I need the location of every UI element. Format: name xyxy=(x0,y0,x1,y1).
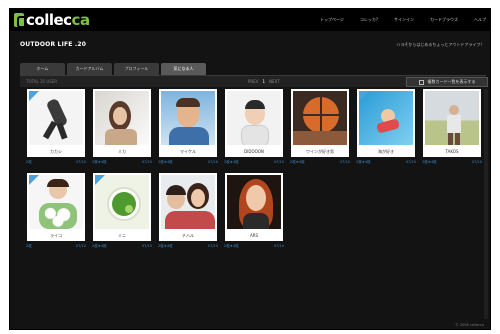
new-badge-icon xyxy=(95,175,105,185)
card-name[interactable]: ARS xyxy=(225,231,283,241)
card-meta-date: 07/10 xyxy=(75,244,86,248)
card-photo[interactable] xyxy=(159,89,217,147)
card-name[interactable]: ミカ xyxy=(93,147,151,157)
checkbox-icon xyxy=(418,79,424,85)
card-meta-count: 2枚★4枚 xyxy=(92,244,107,248)
card-photo[interactable] xyxy=(423,89,481,147)
tab-favorites[interactable]: 気になる人 xyxy=(161,63,206,75)
card-meta-count: 2枚★4枚 xyxy=(224,244,239,248)
card-photo[interactable] xyxy=(225,173,283,231)
card-name[interactable]: DIDOOON xyxy=(225,147,283,157)
card-meta: 2枚★4枚 07/10 xyxy=(156,160,220,165)
card-meta: 2枚 07/10 xyxy=(24,244,88,249)
card-meta-date: 07/10 xyxy=(405,160,416,164)
card-meta: 2枚 07/10 xyxy=(24,160,88,165)
profile-card[interactable]: 海が好き 2枚★4枚 07/10 xyxy=(354,89,418,165)
tab-card-album[interactable]: カードアルバム xyxy=(67,63,112,75)
card-meta-date: 07/10 xyxy=(273,244,284,248)
card-meta-count: 2枚★4枚 xyxy=(158,244,173,248)
profile-card[interactable]: DIDOOON 2枚★4枚 07/10 xyxy=(222,89,286,165)
profile-card[interactable]: ミニ 2枚★4枚 07/10 xyxy=(90,173,154,249)
pager: PREV 1 NEXT xyxy=(248,79,280,84)
tab-bar: ホーム カードアルバム プロフィール 気になる人 xyxy=(20,63,206,75)
card-name[interactable]: ライコ xyxy=(27,231,85,241)
card-meta-date: 07/10 xyxy=(339,160,350,164)
top-bar: collecca トップページ コレッカ? サインイン カードブラウズ ヘルプ xyxy=(10,9,490,31)
nav-help[interactable]: ヘルプ xyxy=(474,17,486,23)
app-window: collecca トップページ コレッカ? サインイン カードブラウズ ヘルプ … xyxy=(9,8,491,330)
tab-home[interactable]: ホーム xyxy=(20,63,65,75)
card-name[interactable]: 海が好き xyxy=(357,147,415,157)
page-tagline: ハヨそからはじめるちょっとアウトドアライフ! xyxy=(396,42,482,47)
card-photo[interactable] xyxy=(159,173,217,231)
scrollbar[interactable] xyxy=(484,89,488,319)
logo-icon xyxy=(14,13,24,28)
card-photo[interactable] xyxy=(27,89,85,147)
card-photo[interactable] xyxy=(27,173,85,231)
card-meta: 2枚★4枚 07/10 xyxy=(90,244,154,249)
profile-card[interactable]: ワインが好き男 2枚★4枚 07/10 xyxy=(288,89,352,165)
pager-next[interactable]: NEXT xyxy=(269,79,280,84)
pager-prev[interactable]: PREV xyxy=(248,79,258,84)
nav-about[interactable]: コレッカ? xyxy=(360,17,378,23)
profile-card[interactable]: マイケル 2枚★4枚 07/10 xyxy=(156,89,220,165)
card-meta-date: 07/10 xyxy=(207,244,218,248)
profile-card[interactable]: ARS 2枚★4枚 07/10 xyxy=(222,173,286,249)
nav-top[interactable]: トップページ xyxy=(320,17,344,23)
card-meta: 2枚★4枚 07/10 xyxy=(156,244,220,249)
card-photo[interactable] xyxy=(93,89,151,147)
card-photo[interactable] xyxy=(357,89,415,147)
card-meta-date: 07/10 xyxy=(141,244,152,248)
card-meta-date: 07/10 xyxy=(75,160,86,164)
card-meta: 2枚★4枚 07/10 xyxy=(222,244,286,249)
card-meta: 2枚★4枚 07/10 xyxy=(288,160,352,165)
card-meta-count: 2枚 xyxy=(26,160,32,164)
card-meta-date: 07/10 xyxy=(471,160,482,164)
profile-card[interactable]: ライコ 2枚 07/10 xyxy=(24,173,88,249)
card-meta-count: 2枚★4枚 xyxy=(224,160,239,164)
card-meta: 2枚★4枚 07/10 xyxy=(222,160,286,165)
bulk-view-label: 複数カード一覧を表示する xyxy=(427,79,476,84)
footer-copyright: © 2008 collecca xyxy=(455,323,484,327)
profile-card[interactable]: カカシ 2枚 07/10 xyxy=(24,89,88,165)
card-name[interactable]: ミニ xyxy=(93,231,151,241)
new-badge-icon xyxy=(29,175,39,185)
top-nav: トップページ コレッカ? サインイン カードブラウズ ヘルプ xyxy=(320,9,486,31)
card-meta-count: 2枚★4枚 xyxy=(290,160,305,164)
nav-signin[interactable]: サインイン xyxy=(394,17,414,23)
logo-text: collecca xyxy=(26,11,90,29)
card-name[interactable]: チハル xyxy=(159,231,217,241)
page-title: OUTDOOR LIFE .20 xyxy=(20,41,87,48)
card-meta: 2枚★4枚 07/10 xyxy=(90,160,154,165)
profile-card[interactable]: TAKOS 2枚★4枚 07/10 xyxy=(420,89,484,165)
bulk-view-button[interactable]: 複数カード一覧を表示する xyxy=(406,77,488,87)
logo[interactable]: collecca xyxy=(14,11,90,29)
card-meta-date: 07/10 xyxy=(207,160,218,164)
card-meta: 2枚★4枚 07/10 xyxy=(354,160,418,165)
card-photo[interactable] xyxy=(93,173,151,231)
card-meta-count: 2枚 xyxy=(26,244,32,248)
nav-browse[interactable]: カードブラウズ xyxy=(430,17,458,23)
list-toolbar: TOTAL 35 USER PREV 1 NEXT 複数カード一覧を表示する xyxy=(20,75,488,87)
card-meta-count: 2枚★4枚 xyxy=(92,160,107,164)
profile-card[interactable]: ミカ 2枚★4枚 07/10 xyxy=(90,89,154,165)
card-photo[interactable] xyxy=(291,89,349,147)
card-name[interactable]: TAKOS xyxy=(423,147,481,157)
new-badge-icon xyxy=(29,91,39,101)
card-meta-count: 2枚★4枚 xyxy=(356,160,371,164)
card-name[interactable]: ワインが好き男 xyxy=(291,147,349,157)
new-badge-icon xyxy=(359,91,369,101)
profile-card[interactable]: チハル 2枚★4枚 07/10 xyxy=(156,173,220,249)
card-meta-date: 07/10 xyxy=(141,160,152,164)
card-name[interactable]: カカシ xyxy=(27,147,85,157)
card-meta: 2枚★4枚 07/10 xyxy=(420,160,484,165)
total-count: TOTAL 35 USER xyxy=(26,79,58,84)
card-meta-date: 07/10 xyxy=(273,160,284,164)
card-photo[interactable] xyxy=(225,89,283,147)
card-meta-count: 2枚★4枚 xyxy=(422,160,437,164)
card-meta-count: 2枚★4枚 xyxy=(158,160,173,164)
pager-current: 1 xyxy=(262,79,266,84)
card-name[interactable]: マイケル xyxy=(159,147,217,157)
tab-profile[interactable]: プロフィール xyxy=(114,63,159,75)
